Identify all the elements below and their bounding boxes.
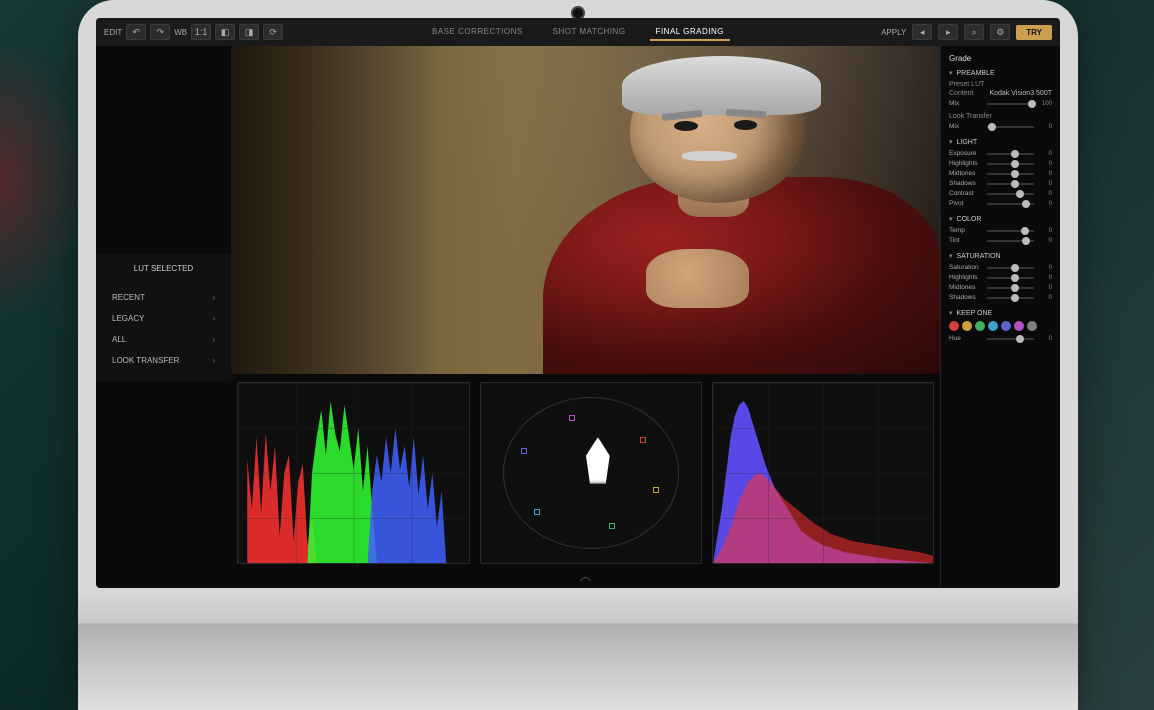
lut-item-legacy[interactable]: LEGACY› <box>104 308 223 329</box>
section-color: COLOR Temp0 Tint0 <box>949 215 1052 244</box>
slider-saturation-highlights[interactable]: Highlights0 <box>949 274 1052 281</box>
grade-panel: Grade PREAMBLE Preset LUT Content Kodak … <box>940 46 1060 588</box>
slider-saturation-shadows[interactable]: Shadows0 <box>949 294 1052 301</box>
compare-button[interactable]: ◨ <box>239 24 259 40</box>
image-viewer[interactable] <box>231 46 940 374</box>
split-view-button[interactable]: ◧ <box>215 24 235 40</box>
lut-panel: LUT SELECTED RECENT› LEGACY› ALL› LOOK T… <box>96 254 231 381</box>
preset-lut-label: Preset LUT <box>949 81 984 88</box>
apply-next-button[interactable]: ▸ <box>938 24 958 40</box>
section-keep-one: KEEP ONE Hue 0 <box>949 309 1052 342</box>
edit-label: EDIT <box>104 28 122 37</box>
tab-shot-matching[interactable]: SHOT MATCHING <box>547 24 632 41</box>
section-saturation: SATURATION Saturation0 Highlights0 Midtone… <box>949 252 1052 301</box>
slider-light-midtones[interactable]: Midtones0 <box>949 170 1052 177</box>
wb-label: WB <box>174 28 187 37</box>
lut-item-look-transfer[interactable]: LOOK TRANSFER› <box>104 350 223 371</box>
section-light: LIGHT Exposure0 Highlights0 Midtones0 Shado… <box>949 138 1052 207</box>
slider-saturation-midtones[interactable]: Midtones0 <box>949 284 1052 291</box>
content-value[interactable]: Kodak Vision3 500T <box>989 90 1052 97</box>
scopes-row: Waveform Rec.709 (Full) V <box>231 374 940 564</box>
tray-handle-icon[interactable]: ︿ <box>579 567 591 584</box>
reset-view-button[interactable]: ⟳ <box>263 24 283 40</box>
keep-one-swatch-0[interactable] <box>949 321 959 331</box>
slider-color-tint[interactable]: Tint0 <box>949 237 1052 244</box>
tab-final-grading[interactable]: FINAL GRADING <box>650 24 730 41</box>
slider-preset-mix[interactable]: Mix 100 <box>949 100 1052 107</box>
top-toolbar: EDIT ↶ ↷ WB 1:1 ◧ ◨ ⟳ BASE CORRECTIONS S… <box>96 18 1060 46</box>
slider-saturation-saturation[interactable]: Saturation0 <box>949 264 1052 271</box>
grade-panel-title: Grade <box>949 54 1052 63</box>
scope-waveform[interactable]: Waveform Rec.709 (Full) <box>237 382 470 564</box>
keep-one-swatch-5[interactable] <box>1014 321 1024 331</box>
redo-button[interactable]: ↷ <box>150 24 170 40</box>
slider-light-exposure[interactable]: Exposure0 <box>949 150 1052 157</box>
lut-item-all[interactable]: ALL› <box>104 329 223 350</box>
keep-one-swatch-6[interactable] <box>1027 321 1037 331</box>
keep-one-swatch-2[interactable] <box>975 321 985 331</box>
slider-light-highlights[interactable]: Highlights0 <box>949 160 1052 167</box>
saturation-heading[interactable]: SATURATION <box>949 252 1052 260</box>
keep-one-swatch-4[interactable] <box>1001 321 1011 331</box>
slider-color-temp[interactable]: Temp0 <box>949 227 1052 234</box>
slider-light-pivot[interactable]: Pivot0 <box>949 200 1052 207</box>
slider-lt-mix[interactable]: Mix 0 <box>949 123 1052 130</box>
section-preamble: PREAMBLE Preset LUT Content Kodak Vision… <box>949 69 1052 130</box>
preamble-heading[interactable]: PREAMBLE <box>949 69 1052 77</box>
scope-vectorscope[interactable]: Vectorscope <box>480 382 702 564</box>
tab-base-corrections[interactable]: BASE CORRECTIONS <box>426 24 529 41</box>
ratio-button[interactable]: 1:1 <box>191 24 211 40</box>
lut-item-recent[interactable]: RECENT› <box>104 287 223 308</box>
light-heading[interactable]: LIGHT <box>949 138 1052 146</box>
scope-histogram[interactable]: Histogram <box>712 382 934 564</box>
content-label: Content <box>949 90 974 97</box>
search-button[interactable]: ⌕ <box>964 24 984 40</box>
settings-button[interactable]: ⚙ <box>990 24 1010 40</box>
try-button[interactable]: TRY <box>1016 25 1052 40</box>
keep-one-swatch-3[interactable] <box>988 321 998 331</box>
keep-one-swatch-1[interactable] <box>962 321 972 331</box>
color-heading[interactable]: COLOR <box>949 215 1052 223</box>
lut-panel-title: LUT SELECTED <box>104 264 223 273</box>
apply-prev-button[interactable]: ◂ <box>912 24 932 40</box>
keep-one-heading[interactable]: KEEP ONE <box>949 309 1052 317</box>
slider-light-contrast[interactable]: Contrast0 <box>949 190 1052 197</box>
slider-keep-one-hue[interactable]: Hue 0 <box>949 335 1052 342</box>
undo-button[interactable]: ↶ <box>126 24 146 40</box>
look-transfer-label: Look Transfer <box>949 113 992 120</box>
slider-light-shadows[interactable]: Shadows0 <box>949 180 1052 187</box>
apply-label: APPLY <box>881 28 906 37</box>
webcam-dot <box>573 8 583 18</box>
